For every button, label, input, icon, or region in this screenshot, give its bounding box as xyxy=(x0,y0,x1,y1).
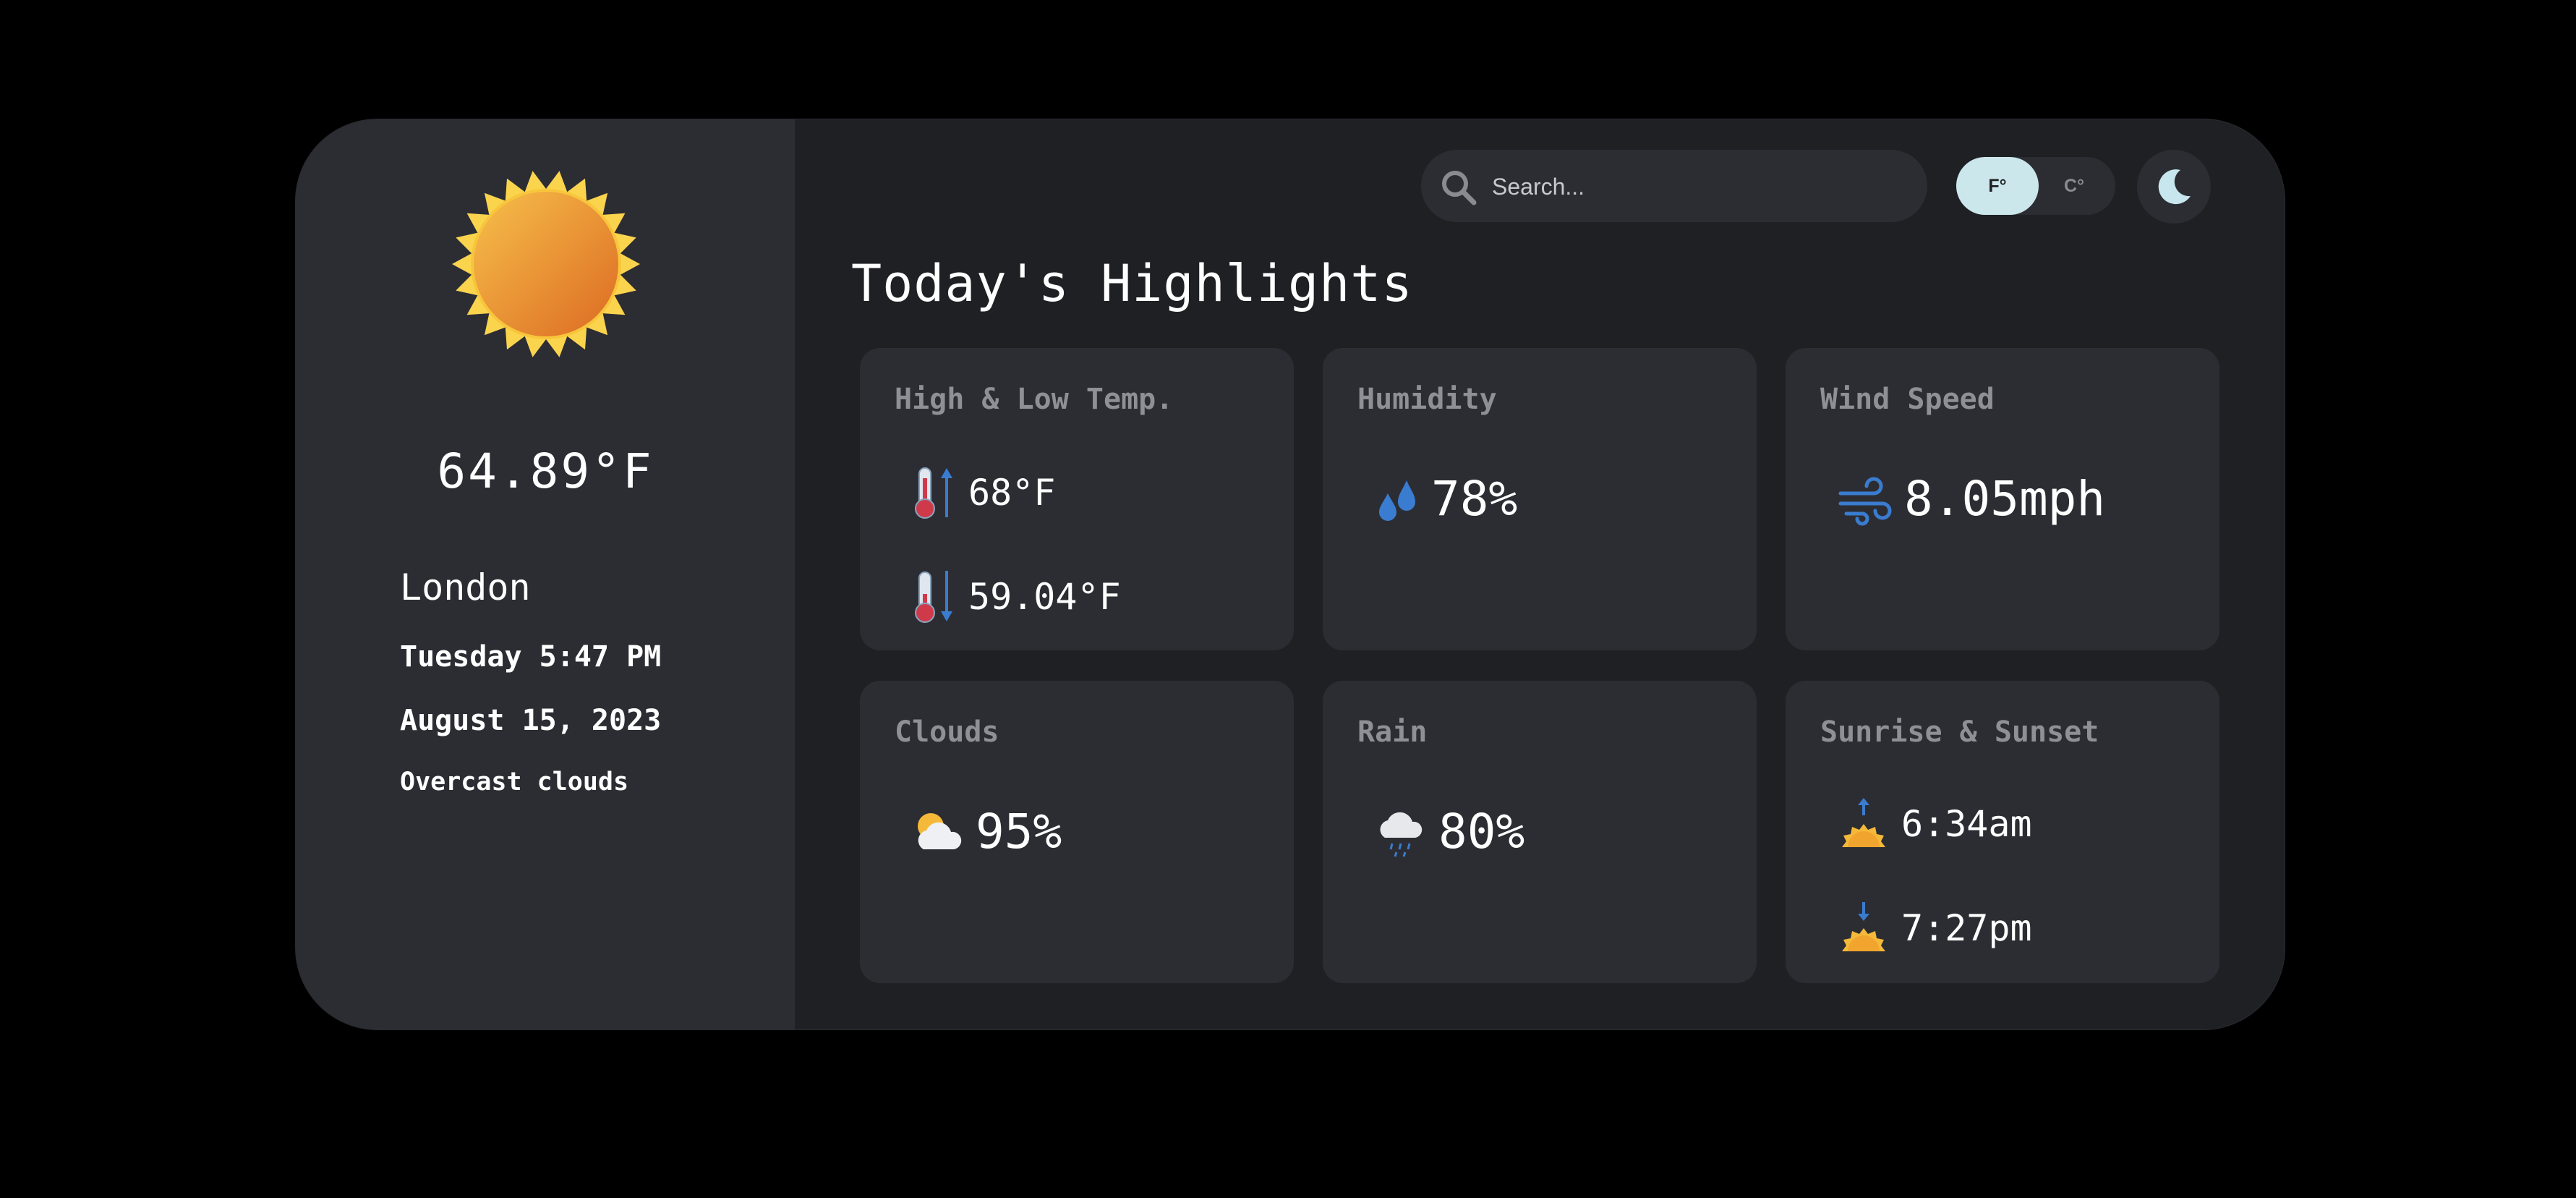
weather-description: Overcast clouds xyxy=(400,768,629,796)
sun-icon xyxy=(452,171,640,357)
high-temp-value: 68°F xyxy=(968,472,1056,514)
highlights-title: Today's Highlights xyxy=(851,254,1413,313)
humidity-label: Humidity xyxy=(1357,383,1497,416)
sunset-value: 7:27pm xyxy=(1901,907,2032,949)
high-low-temp-card: High & Low Temp. 68°F 59.04°F xyxy=(860,348,1294,650)
city-name: London xyxy=(400,566,531,608)
clouds-label: Clouds xyxy=(895,715,999,749)
rain-row: 80% xyxy=(1373,804,1524,859)
sunrise-sunset-card: Sunrise & Sunset 6:34am 7:27pm xyxy=(1786,681,2219,983)
sunrise-value: 6:34am xyxy=(1901,803,2032,845)
rain-value: 80% xyxy=(1438,804,1525,859)
sunrise-row: 6:34am xyxy=(1836,796,2032,851)
unit-fahrenheit-button[interactable]: F° xyxy=(1956,157,2039,215)
clouds-value: 95% xyxy=(976,804,1062,859)
clouds-row: 95% xyxy=(910,804,1062,859)
sunrise-sunset-label: Sunrise & Sunset xyxy=(1820,715,2099,749)
high-temp-row: 68°F xyxy=(910,464,1055,522)
current-weather-sidebar: 64.89°F London Tuesday 5:47 PM August 15… xyxy=(296,119,795,1029)
wind-icon xyxy=(1838,477,1892,525)
thermometer-down-icon xyxy=(915,571,952,623)
date: August 15, 2023 xyxy=(400,704,662,737)
moon-icon xyxy=(2158,169,2191,205)
wind-label: Wind Speed xyxy=(1820,383,1995,416)
rain-cloud-icon xyxy=(1380,812,1423,857)
partly-cloudy-icon xyxy=(918,812,962,849)
sunset-icon xyxy=(1842,902,1885,951)
humidity-row: 78% xyxy=(1373,471,1517,527)
current-temperature: 64.89°F xyxy=(437,443,654,499)
day-time: Tuesday 5:47 PM xyxy=(400,640,662,674)
sunset-row: 7:27pm xyxy=(1836,901,2032,956)
wind-value: 8.05mph xyxy=(1904,471,2106,527)
wind-speed-card: Wind Speed 8.05mph xyxy=(1786,348,2219,650)
humidity-card: Humidity 78% xyxy=(1323,348,1757,650)
low-temp-row: 59.04°F xyxy=(910,568,1121,626)
thermometer-up-icon xyxy=(915,467,952,519)
search-bar[interactable] xyxy=(1421,150,1927,224)
humidity-drops-icon xyxy=(1379,480,1415,521)
unit-celsius-button[interactable]: C° xyxy=(2033,157,2115,215)
low-temp-value: 59.04°F xyxy=(968,576,1121,618)
rain-label: Rain xyxy=(1357,715,1428,749)
clouds-card: Clouds 95% xyxy=(860,681,1294,983)
high-low-label: High & Low Temp. xyxy=(895,383,1174,416)
sunrise-icon xyxy=(1842,798,1885,847)
humidity-value: 78% xyxy=(1431,471,1518,527)
search-icon xyxy=(1442,171,1477,205)
theme-toggle-button[interactable] xyxy=(2137,150,2211,224)
unit-toggle[interactable]: F° C° xyxy=(1956,157,2115,215)
wind-row: 8.05mph xyxy=(1836,471,2105,527)
weather-app-window: 64.89°F London Tuesday 5:47 PM August 15… xyxy=(295,119,2285,1030)
rain-card: Rain 80% xyxy=(1323,681,1757,983)
search-input[interactable] xyxy=(1490,150,1913,224)
